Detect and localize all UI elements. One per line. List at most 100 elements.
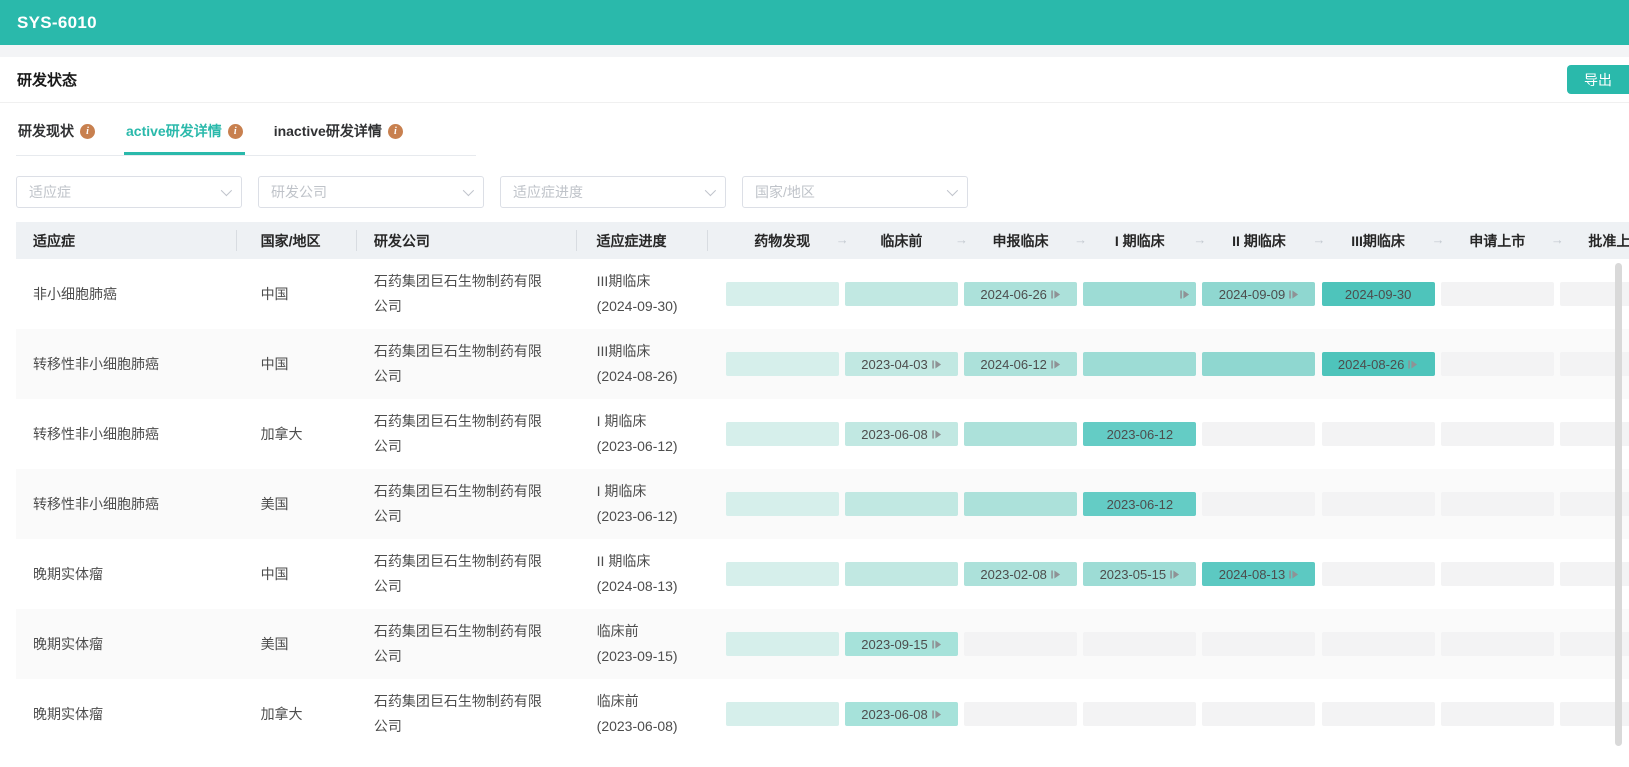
stage-header-label: 申报临床	[993, 231, 1049, 251]
export-button[interactable]: 导出	[1567, 65, 1629, 94]
stage-bar	[1441, 492, 1554, 516]
stage-bar	[726, 632, 839, 656]
filter-select-2[interactable]: 适应症进度	[500, 176, 726, 208]
tab-inactive-rd-detail[interactable]: inactive研发详情i	[272, 115, 405, 155]
col-header-stage-5: III期临床→	[1318, 222, 1437, 259]
cell-indication: 非小细胞肺癌	[16, 259, 237, 329]
stage-col-6	[1438, 469, 1557, 539]
stage-col-6	[1438, 539, 1557, 609]
stage-col-3: 2023-06-12	[1080, 469, 1199, 539]
info-icon[interactable]: i	[80, 124, 95, 139]
stage-bar	[845, 492, 958, 516]
col-header-stage-6: 申请上市→	[1438, 222, 1557, 259]
stage-bar	[1083, 352, 1196, 376]
cell-progress: I 期临床(2023-06-12)	[577, 399, 708, 469]
step-forward-icon	[1050, 289, 1061, 300]
stage-col-4	[1199, 609, 1318, 679]
stage-date: 2024-09-30	[1345, 287, 1412, 302]
stage-spacer	[708, 504, 723, 505]
stage-date: 2023-06-12	[1107, 497, 1174, 512]
cell-region: 中国	[237, 539, 357, 609]
stage-bar: 2023-06-12	[1083, 492, 1196, 516]
stage-header-label: III期临床	[1351, 231, 1405, 251]
stage-col-5	[1319, 679, 1438, 749]
col-header-stage-1: 临床前→	[842, 222, 961, 259]
tab-rd-status[interactable]: 研发现状i	[16, 115, 97, 155]
cell-region: 美国	[237, 469, 357, 539]
col-header-company: 研发公司	[357, 222, 577, 259]
stage-col-4: 2024-08-13	[1199, 539, 1318, 609]
filter-select-3[interactable]: 国家/地区	[742, 176, 968, 208]
stage-col-3	[1080, 329, 1199, 399]
stage-bar[interactable]: 2023-02-08	[964, 562, 1077, 586]
stage-bar	[1322, 632, 1435, 656]
progress-text: 临床前(2023-06-08)	[597, 689, 678, 739]
stage-col-1: 2023-09-15	[842, 609, 961, 679]
stage-col-2	[961, 609, 1080, 679]
cell-company: 石药集团巨石生物制药有限公司	[357, 399, 577, 469]
stage-bar[interactable]: 2024-06-26	[964, 282, 1077, 306]
stage-date: 2024-06-26	[980, 287, 1047, 302]
stage-bar	[1322, 562, 1435, 586]
stage-bar	[1202, 702, 1315, 726]
cell-region: 加拿大	[237, 679, 357, 749]
stage-bar[interactable]: 2024-08-13	[1202, 562, 1315, 586]
select-placeholder: 研发公司	[271, 182, 327, 202]
stage-bar[interactable]: 2024-09-09	[1202, 282, 1315, 306]
stage-spacer	[708, 364, 723, 365]
stage-col-2	[961, 679, 1080, 749]
stage-col-1: 2023-06-08	[842, 679, 961, 749]
cell-region: 中国	[237, 329, 357, 399]
stage-bar[interactable]: 2024-08-26	[1322, 352, 1435, 376]
stage-bar[interactable]: 2023-04-03	[845, 352, 958, 376]
stage-bar[interactable]: 2024-06-12	[964, 352, 1077, 376]
stage-bar[interactable]: 2023-09-15	[845, 632, 958, 656]
stage-date: 2024-08-13	[1219, 567, 1286, 582]
tab-active-rd-detail[interactable]: active研发详情i	[124, 115, 245, 155]
cell-indication: 转移性非小细胞肺癌	[16, 469, 237, 539]
stage-spacer	[708, 294, 723, 295]
stage-header-label: 申请上市	[1469, 231, 1525, 251]
step-forward-icon	[931, 429, 942, 440]
cell-progress: II 期临床(2024-08-13)	[577, 539, 708, 609]
vertical-scrollbar-thumb[interactable]	[1615, 263, 1622, 746]
cell-progress: 临床前(2023-09-15)	[577, 609, 708, 679]
stage-bar[interactable]: 2023-06-08	[845, 422, 958, 446]
stage-col-6	[1438, 259, 1557, 329]
stage-col-6	[1438, 609, 1557, 679]
stage-bar	[726, 492, 839, 516]
stage-bar	[845, 282, 958, 306]
col-header-label: 国家/地区	[261, 231, 321, 251]
stage-bar	[1083, 632, 1196, 656]
filter-select-1[interactable]: 研发公司	[258, 176, 484, 208]
chevron-down-icon	[463, 185, 474, 196]
info-icon[interactable]: i	[388, 124, 403, 139]
stage-bar[interactable]: 2023-05-15	[1083, 562, 1196, 586]
stage-bar	[1441, 352, 1554, 376]
stage-bar	[964, 492, 1077, 516]
stage-date: 2023-06-08	[861, 707, 928, 722]
stage-bar	[1441, 632, 1554, 656]
cell-progress: III期临床(2024-09-30)	[577, 259, 708, 329]
stage-bar	[726, 562, 839, 586]
stage-bar[interactable]: 2023-06-08	[845, 702, 958, 726]
stage-col-1: 2023-04-03	[842, 329, 961, 399]
progress-text: I 期临床(2023-06-12)	[597, 479, 678, 529]
step-forward-icon	[931, 639, 942, 650]
stage-bar	[1441, 282, 1554, 306]
progress-text: 临床前(2023-09-15)	[597, 619, 678, 669]
stage-date: 2024-06-12	[980, 357, 1047, 372]
info-icon[interactable]: i	[228, 124, 243, 139]
stage-spacer	[708, 240, 723, 241]
stage-col-5: 2024-08-26	[1319, 329, 1438, 399]
stage-col-5	[1319, 469, 1438, 539]
stage-bar[interactable]	[1083, 282, 1196, 306]
stage-bar	[726, 422, 839, 446]
stage-bar	[845, 562, 958, 586]
step-forward-icon	[1407, 359, 1418, 370]
cell-company: 石药集团巨石生物制药有限公司	[357, 609, 577, 679]
column-divider	[707, 230, 708, 251]
stage-date: 2023-06-12	[1107, 427, 1174, 442]
step-forward-icon	[1169, 569, 1180, 580]
filter-select-0[interactable]: 适应症	[16, 176, 242, 208]
